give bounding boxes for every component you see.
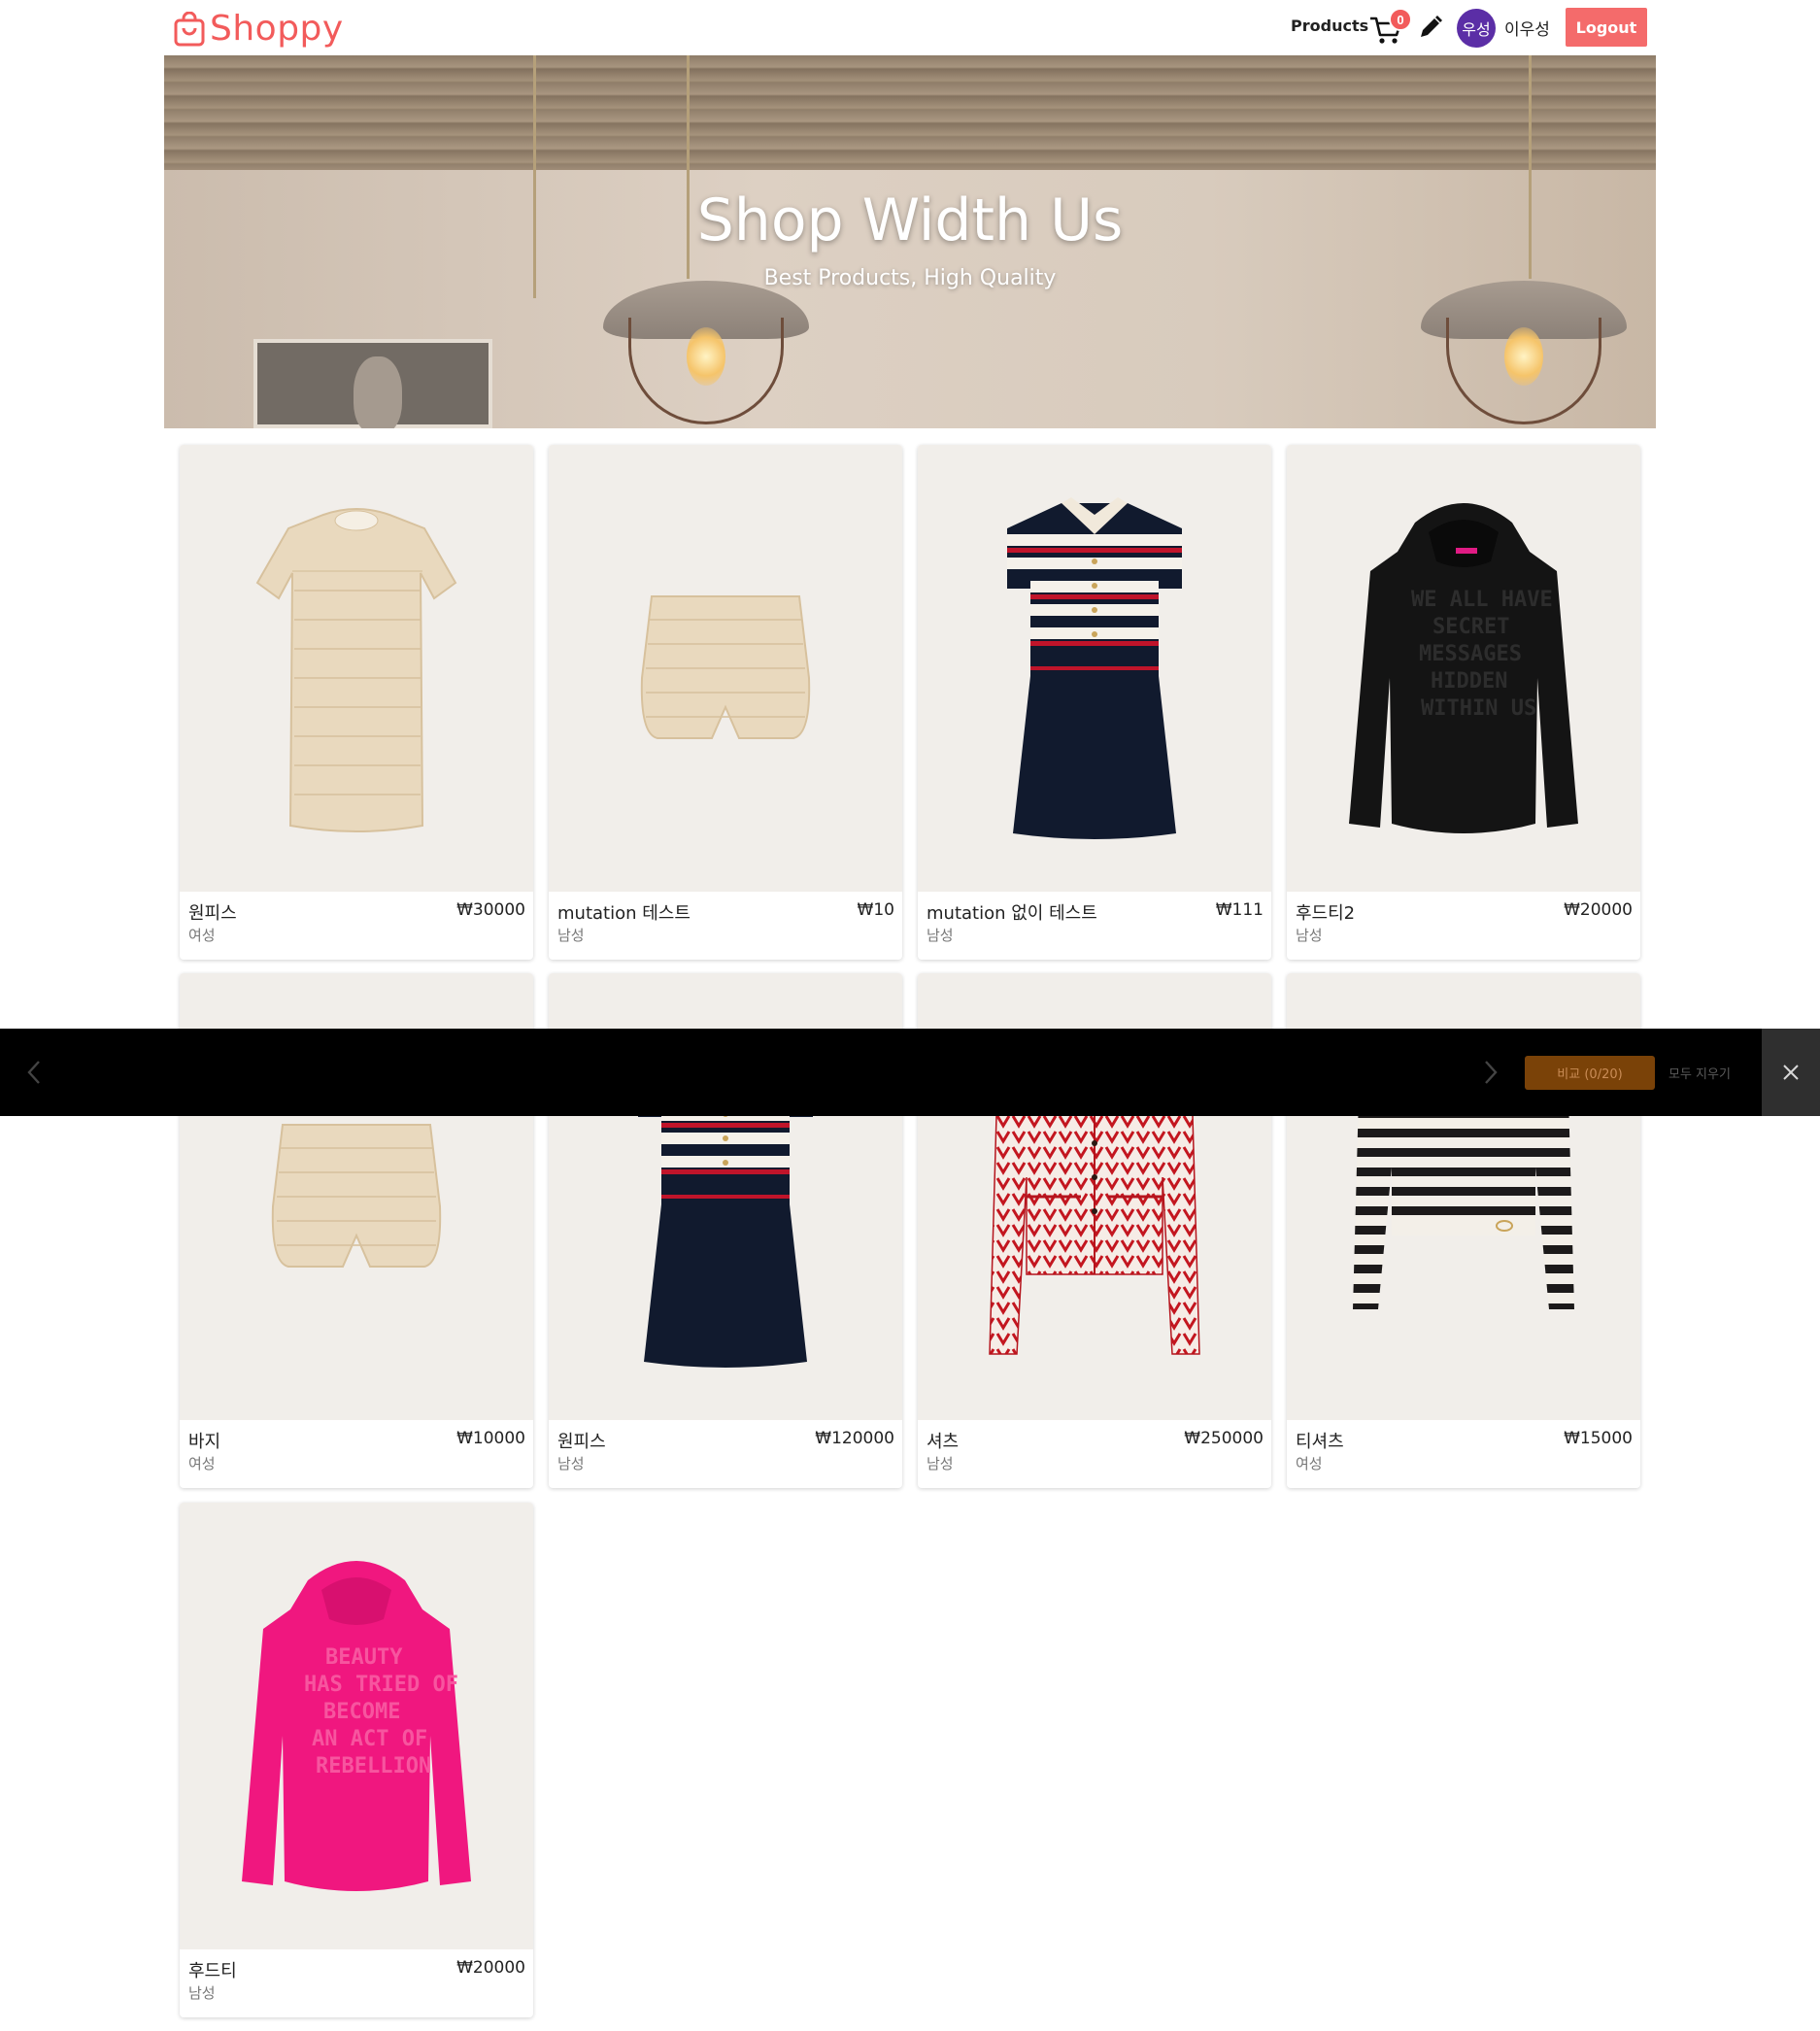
svg-text:MESSAGES: MESSAGES	[1419, 642, 1522, 666]
shopping-bag-icon	[174, 12, 205, 47]
product-image	[918, 445, 1271, 892]
hero-lamp-rope	[533, 55, 536, 298]
tweed-dress-image	[255, 508, 457, 832]
compare-close-button[interactable]	[1762, 1029, 1820, 1116]
hero-banner: Shop Width Us Best Products, High Qualit…	[164, 55, 1656, 428]
product-price: ₩20000	[456, 1958, 525, 1978]
svg-text:BEAUTY: BEAUTY	[325, 1645, 403, 1670]
cart-button[interactable]: 0	[1367, 8, 1412, 47]
product-name: 후드티	[188, 1961, 237, 1981]
product-price: ₩30000	[456, 900, 525, 920]
logo-link[interactable]: Shoppy	[173, 8, 344, 51]
chevron-right-icon	[1485, 1061, 1498, 1084]
product-gender: 여성	[188, 1455, 216, 1472]
product-name: 바지	[188, 1432, 221, 1452]
product-price: ₩10	[857, 900, 894, 920]
svg-text:HIDDEN: HIDDEN	[1431, 669, 1507, 694]
logout-button[interactable]: Logout	[1566, 8, 1647, 47]
product-price: ₩15000	[1564, 1429, 1633, 1448]
edit-product-button[interactable]	[1417, 14, 1444, 41]
hero-ceiling	[164, 55, 1656, 170]
hero-portrait	[354, 356, 402, 428]
product-gender: 남성	[1296, 927, 1323, 944]
product-card[interactable]: mutation 없이 테스트 ₩111 남성	[918, 445, 1271, 960]
product-name: mutation 없이 테스트	[927, 903, 1097, 924]
product-name: 셔츠	[927, 1432, 960, 1452]
product-image: WE ALL HAVE SECRET MESSAGES HIDDEN WITHI…	[1287, 445, 1640, 892]
product-name: 원피스	[557, 1432, 606, 1452]
product-gender: 남성	[927, 1455, 954, 1472]
cart-count-badge: 0	[1389, 8, 1412, 31]
product-card[interactable]: mutation 테스트 ₩10 남성	[549, 445, 902, 960]
chevron-left-icon	[27, 1061, 40, 1084]
compare-bar: 비교 (0/20) 모두 지우기	[0, 1029, 1820, 1116]
svg-text:WITHIN US: WITHIN US	[1421, 696, 1536, 721]
compare-prev-button[interactable]	[23, 1058, 45, 1087]
product-image	[549, 445, 902, 892]
nav-link-products[interactable]: Products	[1291, 17, 1368, 35]
product-price: ₩10000	[456, 1429, 525, 1448]
product-price: ₩120000	[815, 1429, 894, 1448]
product-gender: 남성	[927, 927, 954, 944]
product-card[interactable]: BEAUTY HAS TRIED OF BECOME AN ACT OF REB…	[180, 1503, 533, 2017]
pink-hoodie-image: BEAUTY HAS TRIED OF BECOME AN ACT OF REB…	[242, 1561, 471, 1891]
product-card[interactable]: 원피스 ₩30000 여성	[180, 445, 533, 960]
svg-text:HAS TRIED OF: HAS TRIED OF	[304, 1673, 458, 1697]
product-image: BEAUTY HAS TRIED OF BECOME AN ACT OF REB…	[180, 1503, 533, 1949]
compare-button[interactable]: 비교 (0/20)	[1525, 1056, 1655, 1090]
product-price: ₩250000	[1184, 1429, 1264, 1448]
svg-text:AN ACT OF: AN ACT OF	[312, 1727, 427, 1751]
product-price: ₩20000	[1564, 900, 1633, 920]
clear-all-button[interactable]: 모두 지우기	[1668, 1064, 1731, 1082]
pencil-icon	[1421, 16, 1442, 37]
black-hoodie-image: WE ALL HAVE SECRET MESSAGES HIDDEN WITHI…	[1349, 503, 1578, 833]
product-name: mutation 테스트	[557, 903, 691, 924]
product-name: 원피스	[188, 903, 237, 924]
logo-text: Shoppy	[210, 9, 344, 49]
svg-text:BECOME: BECOME	[323, 1700, 400, 1724]
username: 이우성	[1504, 20, 1550, 40]
product-image	[180, 445, 533, 892]
hero-lamp-bulb	[687, 327, 725, 386]
svg-text:SECRET: SECRET	[1432, 615, 1509, 639]
product-gender: 여성	[188, 927, 216, 944]
product-price: ₩111	[1215, 900, 1264, 920]
close-icon	[1783, 1065, 1799, 1080]
product-gender: 남성	[188, 1984, 216, 2002]
product-gender: 남성	[557, 1455, 585, 1472]
top-navbar: Shoppy Products 0 우성 이우성 Logout	[0, 0, 1820, 55]
user-avatar[interactable]: 우성	[1457, 9, 1496, 48]
tweed-shorts-image	[640, 595, 811, 739]
compare-next-button[interactable]	[1480, 1058, 1501, 1087]
product-name: 티셔츠	[1296, 1432, 1344, 1452]
svg-text:REBELLION: REBELLION	[316, 1754, 431, 1778]
product-name: 후드티2	[1296, 903, 1356, 924]
striped-dress-image	[1007, 497, 1182, 839]
product-gender: 여성	[1296, 1455, 1323, 1472]
hero-lamp-bulb	[1504, 327, 1543, 386]
product-card[interactable]: WE ALL HAVE SECRET MESSAGES HIDDEN WITHI…	[1287, 445, 1640, 960]
hero-subtitle: Best Products, High Quality	[763, 266, 1057, 290]
product-gender: 남성	[557, 927, 585, 944]
hero-title: Shop Width Us	[696, 186, 1124, 254]
svg-text:WE ALL HAVE: WE ALL HAVE	[1411, 588, 1553, 612]
